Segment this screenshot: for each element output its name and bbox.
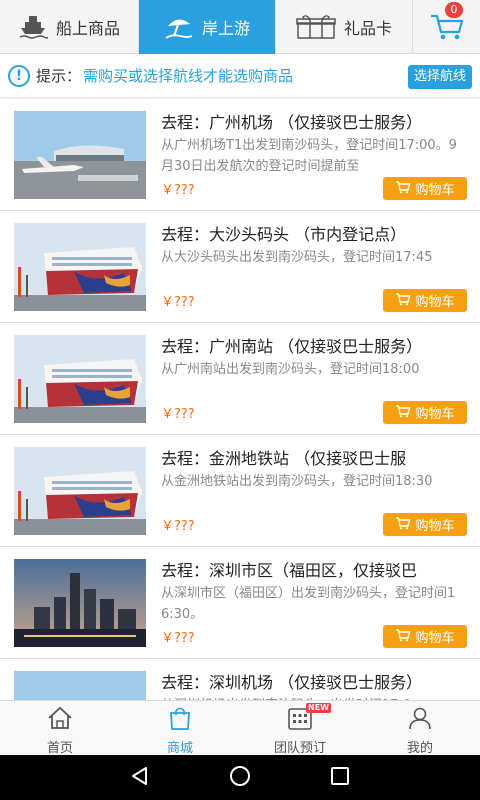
list-item[interactable]: 去程：广州南站 （仅接驳巴士服务） 从广州南站出发到南沙码头，登记时间18:00 ￥…	[0, 323, 480, 435]
beach-umbrella-icon	[164, 14, 194, 40]
notice-label: 提示：	[36, 67, 82, 85]
item-description: 从金洲地铁站出发到南沙码头，登记时间18:30	[161, 474, 433, 489]
item-thumbnail	[14, 671, 146, 700]
add-to-cart-label: 购物车	[415, 295, 455, 310]
nav-home-label: 首页	[46, 741, 73, 756]
recents-icon[interactable]	[329, 765, 351, 791]
shopping-bag-icon	[167, 706, 193, 734]
item-description: 从广州南站出发到南沙码头，登记时间18:00	[161, 362, 420, 377]
new-badge: NEW	[306, 703, 331, 713]
system-nav-bar	[0, 755, 480, 800]
product-list[interactable]: 去程：广州机场 （仅接驳巴士服务） 从广州机场T1出发到南沙码头，登记时间17:0…	[0, 99, 480, 700]
tab-ship-goods[interactable]: 船上商品	[0, 0, 139, 54]
item-title: 去程：金洲地铁站 （仅接驳巴士服	[161, 449, 407, 468]
tab-ship-goods-label: 船上商品	[55, 19, 120, 38]
add-to-cart-button[interactable]: 购物车	[383, 289, 467, 312]
gift-icon	[296, 14, 336, 40]
tab-shore-tour-label: 岸上游	[201, 19, 250, 38]
tab-gift-card-label: 礼品卡	[343, 19, 392, 38]
notice-message: 需购买或选择航线才能选购商品	[83, 67, 294, 85]
user-icon	[407, 706, 433, 734]
add-to-cart-button[interactable]: 购物车	[383, 625, 467, 648]
item-price: ￥???	[161, 631, 195, 646]
ship-icon	[18, 14, 48, 40]
add-to-cart-label: 购物车	[415, 183, 455, 198]
home-icon	[47, 706, 73, 734]
notice-bar: ! 提示： 需购买或选择航线才能选购商品 选择航线	[0, 54, 480, 98]
item-thumbnail	[14, 559, 146, 647]
cart-icon	[395, 404, 411, 422]
item-thumbnail	[14, 447, 146, 535]
item-description: 从广州机场T1出发到南沙码头，登记时间17:00。9月30日出发航次的登记时间提…	[161, 138, 457, 174]
select-route-button[interactable]: 选择航线	[407, 65, 472, 89]
nav-home[interactable]: 首页	[0, 701, 120, 756]
add-to-cart-button[interactable]: 购物车	[383, 177, 467, 200]
list-item[interactable]: 去程：广州机场 （仅接驳巴士服务） 从广州机场T1出发到南沙码头，登记时间17:0…	[0, 99, 480, 211]
item-thumbnail	[14, 335, 146, 423]
add-to-cart-label: 购物车	[415, 519, 455, 534]
item-thumbnail	[14, 111, 146, 199]
item-description: 从深圳市区（福田区）出发到南沙码头，登记时间16:30。	[161, 586, 456, 622]
list-item[interactable]: 去程：深圳机场 （仅接驳巴士服务）从深圳机场出发到南沙码头，出发时间17:0￥?…	[0, 659, 480, 700]
nav-team-booking-label: 团队预订	[273, 741, 326, 756]
nav-mine-label: 我的	[406, 741, 433, 756]
nav-mall-label: 商城	[166, 741, 193, 756]
nav-mine[interactable]: 我的	[360, 701, 480, 756]
cart-icon	[395, 516, 411, 534]
cart-icon	[395, 292, 411, 310]
item-price: ￥???	[161, 183, 195, 198]
back-icon[interactable]	[129, 765, 151, 791]
item-price: ￥???	[161, 519, 195, 534]
item-thumbnail	[14, 223, 146, 311]
item-title: 去程：深圳市区（福田区，仅接驳巴	[161, 561, 418, 580]
add-to-cart-label: 购物车	[415, 407, 455, 422]
nav-mall[interactable]: 商城	[120, 701, 240, 756]
cart-count-badge: 0	[445, 2, 463, 18]
add-to-cart-label: 购物车	[415, 631, 455, 646]
add-to-cart-button[interactable]: 购物车	[383, 513, 467, 536]
tab-shore-tour[interactable]: 岸上游	[139, 0, 276, 54]
tab-gift-card[interactable]: 礼品卡	[276, 0, 413, 54]
cart-button[interactable]: 0	[413, 0, 480, 54]
list-item[interactable]: 去程：金洲地铁站 （仅接驳巴士服从金洲地铁站出发到南沙码头，登记时间18:30 ￥…	[0, 435, 480, 547]
item-price: ￥???	[161, 295, 195, 310]
nav-team-booking[interactable]: NEW 团队预订	[240, 701, 360, 756]
add-to-cart-button[interactable]: 购物车	[383, 401, 467, 424]
item-title: 去程：广州南站 （仅接驳巴士服务）	[161, 337, 423, 356]
item-title: 去程：大沙头码头 （市内登记点）	[161, 225, 407, 244]
item-title: 去程：广州机场 （仅接驳巴士服务）	[161, 113, 423, 132]
home-circle-icon[interactable]	[228, 764, 252, 792]
info-icon: !	[8, 64, 30, 87]
item-price: ￥???	[161, 407, 195, 422]
bottom-nav: 首页 商城 NEW 团队预订 我的	[0, 700, 480, 756]
top-tab-bar: 船上商品 岸上游 礼品卡 0	[0, 0, 480, 54]
cart-icon	[395, 180, 411, 198]
item-description: 从大沙头码头出发到南沙码头，登记时间17:45	[161, 250, 433, 265]
list-item[interactable]: 去程：深圳市区（福田区，仅接驳巴从深圳市区（福田区）出发到南沙码头，登记时间16…	[0, 547, 480, 659]
item-title: 去程：深圳机场 （仅接驳巴士服务）	[161, 673, 423, 692]
cart-icon	[395, 628, 411, 646]
list-item[interactable]: 去程：大沙头码头 （市内登记点） 从大沙头码头出发到南沙码头，登记时间17:45 ￥…	[0, 211, 480, 323]
